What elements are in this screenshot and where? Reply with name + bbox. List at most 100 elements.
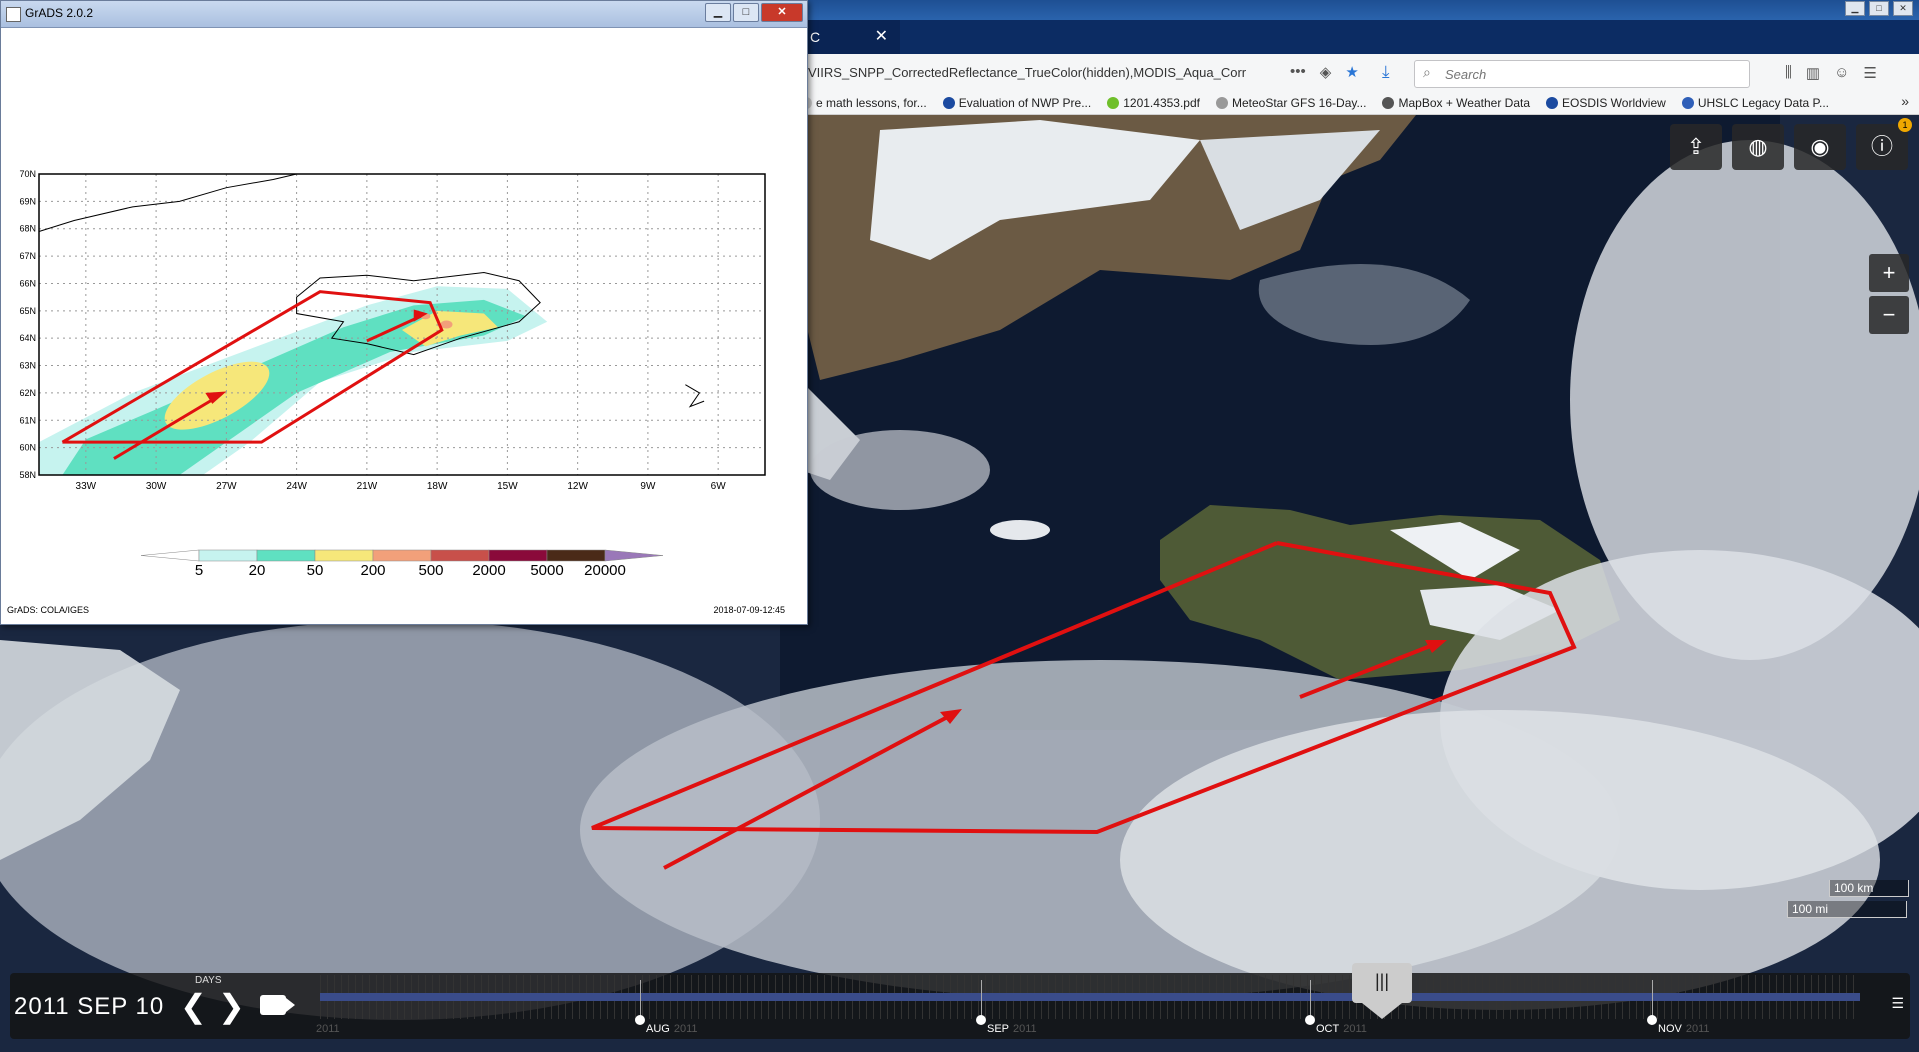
search-input[interactable] — [1443, 64, 1737, 84]
y-tick-label: 66N — [19, 278, 36, 288]
y-tick-label: 62N — [19, 388, 36, 398]
grads-close-button[interactable]: ✕ — [761, 3, 803, 22]
bookmark-star-icon[interactable]: ★ — [1345, 63, 1358, 81]
current-date[interactable]: 2011 SEP 10 — [14, 993, 164, 1021]
menu-icon[interactable]: ☰ — [1863, 64, 1876, 82]
url-actions: ••• ◈ ★ — [1290, 63, 1359, 81]
worldview-toolbar: ⇪ ◍ ◉ ⓘ 1 — [1670, 118, 1912, 170]
bookmark-label: MeteoStar GFS 16-Day... — [1231, 96, 1367, 110]
y-tick-label: 61N — [19, 415, 36, 425]
bookmark-item[interactable]: UHSLC Legacy Data P... — [1681, 94, 1829, 112]
next-date-icon[interactable]: ❯ — [218, 987, 245, 1025]
month-name: AUG — [646, 1023, 670, 1035]
zoom-out-button[interactable]: − — [1869, 296, 1909, 334]
timeline-band — [320, 993, 1860, 1001]
x-tick-label: 12W — [567, 481, 588, 492]
bookmark-favicon-icon — [1681, 97, 1694, 109]
interval-label[interactable]: DAYS — [195, 975, 222, 986]
timeline-month-dot[interactable] — [976, 1015, 986, 1025]
prev-date-icon[interactable]: ❮ — [180, 987, 207, 1025]
library-icon[interactable]: ⫼ — [1785, 64, 1792, 82]
x-tick-label: 15W — [497, 481, 518, 492]
extension-icon[interactable]: ☺ — [1834, 64, 1849, 82]
grads-plot: 33W 30W 27W 24W 21W 18W 15W 12W 9W 6W 58N 60N 61N 62N… — [19, 169, 766, 579]
grads-maximize-button[interactable]: □ — [733, 3, 759, 22]
projection-globe-icon[interactable]: ◍ — [1732, 124, 1784, 170]
bookmark-label: UHSLC Legacy Data P... — [1697, 96, 1829, 110]
share-icon[interactable]: ⇪ — [1670, 124, 1722, 170]
colorbar-label: 2000 — [472, 562, 505, 579]
colorbar-label: 5000 — [530, 562, 563, 579]
tab-title: C — [810, 29, 821, 45]
timeline-month-label[interactable]: AUG 2011 — [646, 1023, 698, 1035]
x-tick-label: 9W — [640, 481, 656, 492]
colorbar-segment — [314, 549, 374, 562]
y-tick-label: 63N — [19, 361, 36, 371]
pocket-icon[interactable]: ◈ — [1320, 63, 1332, 81]
bookmark-item[interactable]: MeteoStar GFS 16-Day... — [1215, 94, 1367, 112]
y-tick-label: 58N — [19, 470, 36, 480]
bookmark-favicon-icon — [1215, 97, 1228, 109]
bookmark-label: e math lessons, for... — [816, 96, 927, 110]
month-name: OCT — [1316, 1023, 1340, 1035]
timeline-month-label[interactable]: NOV 2011 — [1658, 1023, 1710, 1035]
bookmarks-overflow-icon[interactable]: » — [1901, 93, 1909, 109]
grads-titlebar[interactable]: GrADS 2.0.2 ▁ □ ✕ — [1, 1, 807, 28]
maximize-button[interactable]: □ — [1869, 1, 1889, 16]
toolbar-right: ⫼ ▥ ☺ ☰ — [1785, 64, 1877, 82]
colorbar-label: 20 — [249, 562, 266, 579]
grads-footer-right: 2018-07-09-12:45 — [713, 605, 785, 615]
zoom-in-button[interactable]: + — [1869, 254, 1909, 292]
x-tick-label: 30W — [146, 481, 167, 492]
colorbar-label: 50 — [307, 562, 324, 579]
browser-tab[interactable]: C ✕ — [800, 20, 900, 54]
url-bar[interactable]: VIIRS_SNPP_CorrectedReflectance_TrueColo… — [808, 63, 1278, 83]
colorbar-segment — [546, 549, 606, 562]
colorbar-label: 20000 — [584, 562, 626, 579]
sidebar-icon[interactable]: ▥ — [1806, 64, 1820, 82]
animation-camera-icon[interactable] — [260, 995, 295, 1015]
month-year: 2011 — [673, 1023, 698, 1035]
minimize-button[interactable]: ▁ — [1845, 1, 1865, 16]
bookmark-label: 1201.4353.pdf — [1123, 96, 1200, 110]
x-tick-label: 21W — [357, 481, 378, 492]
coastline-greenland — [38, 173, 297, 232]
download-icon[interactable]: ⤓ — [1382, 62, 1390, 82]
timeline-month-label[interactable]: SEP 2011 — [987, 1023, 1037, 1035]
y-tick-label: 60N — [19, 443, 36, 453]
colorbar-segment — [488, 549, 548, 562]
timeline-month-dot[interactable] — [635, 1015, 645, 1025]
y-tick-label: 65N — [19, 306, 36, 316]
bookmark-favicon-icon — [942, 97, 955, 109]
search-box[interactable]: ⌕ — [1414, 60, 1750, 88]
timeline-month-label[interactable]: OCT 2011 — [1316, 1023, 1367, 1035]
grads-minimize-button[interactable]: ▁ — [705, 3, 731, 22]
timeline-handle[interactable]: ||| — [1352, 963, 1412, 1019]
timeline-collapse-icon[interactable]: ☰ — [1891, 995, 1904, 1012]
page-actions-icon[interactable]: ••• — [1290, 63, 1306, 81]
bookmark-item[interactable]: EOSDIS Worldview — [1546, 94, 1666, 112]
bookmark-item[interactable]: MapBox + Weather Data — [1382, 94, 1530, 112]
bookmark-label: Evaluation of NWP Pre... — [958, 96, 1092, 110]
timeline-month-dot[interactable] — [1647, 1015, 1657, 1025]
bookmark-label: MapBox + Weather Data — [1398, 96, 1530, 110]
bookmark-item[interactable]: e math lessons, for... — [800, 94, 927, 112]
y-tick-label: 68N — [19, 224, 36, 234]
bookmark-item[interactable]: 1201.4353.pdf — [1107, 94, 1200, 112]
colorbar-segment — [430, 549, 490, 562]
grads-window-controls: ▁ □ ✕ — [705, 3, 803, 22]
bookmark-item[interactable]: Evaluation of NWP Pre... — [942, 94, 1092, 112]
camera-icon[interactable]: ◉ — [1794, 124, 1846, 170]
colorbar-segment — [372, 549, 432, 562]
month-name: NOV — [1658, 1023, 1682, 1035]
timeline-track[interactable]: 2011 ||| AUG 2011 SEP 2011 OCT 2011 NOV 2011 — [316, 963, 1860, 1035]
bookmark-favicon-icon — [1546, 97, 1558, 109]
tab-close-icon[interactable]: ✕ — [875, 20, 888, 54]
grads-title: GrADS 2.0.2 — [25, 6, 94, 20]
close-window-button[interactable]: ✕ — [1893, 1, 1913, 16]
scale-bar: 100 km 100 mi — [1787, 880, 1909, 922]
coastline-faroe — [685, 384, 705, 408]
timeline-month-dot[interactable] — [1305, 1015, 1315, 1025]
info-icon[interactable]: ⓘ 1 — [1856, 118, 1912, 170]
search-icon: ⌕ — [1423, 64, 1431, 80]
